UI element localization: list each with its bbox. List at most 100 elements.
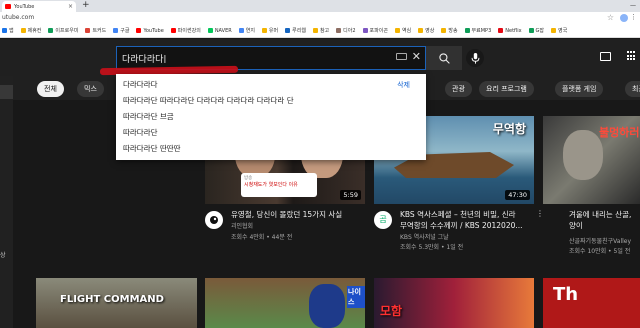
bookmark-item[interactable]: 트커드 — [85, 27, 106, 34]
address-bar[interactable]: utube.com ☆ ⋮ — [0, 12, 640, 24]
chip-tourism[interactable]: 관광 — [445, 81, 472, 97]
suggestion-item[interactable]: 따라다라단 브금 — [116, 109, 426, 125]
suggestion-item[interactable]: 따라다라단 딴딴딴 — [116, 141, 426, 157]
video-channel-3[interactable]: 산골짜기동물친구Valley — [569, 237, 640, 246]
suggestion-item[interactable]: 따라다라단 — [116, 125, 426, 141]
bookmark-favicon-icon — [261, 28, 267, 33]
bookmark-label: 파이썬강의 — [177, 28, 201, 34]
bookmark-item[interactable]: 디아2 — [336, 27, 356, 34]
video-channel-2[interactable]: KBS 역사저널 그날 — [400, 233, 449, 242]
bookmark-favicon-icon — [285, 28, 291, 33]
bookmark-item[interactable]: 연지 — [238, 27, 255, 34]
bookmark-item[interactable]: 무료MP3 — [464, 27, 492, 34]
video-thumbnail-3[interactable]: 불멍하러 — [543, 116, 640, 204]
bookmark-item[interactable]: Netflix — [498, 27, 522, 34]
search-input[interactable] — [117, 53, 377, 63]
video-title-2-line2[interactable]: 무역항의 수수께끼 / KBS 2012020... — [400, 220, 534, 231]
bookmark-item[interactable]: 파이썬강의 — [170, 27, 201, 34]
suggestion-text[interactable]: 따라다라단 딴딴딴 — [123, 144, 181, 153]
bookmark-label: 방송 — [448, 28, 458, 34]
bookmark-label: 포파이끈 — [369, 28, 388, 34]
window-minimize-button[interactable]: — — [630, 0, 636, 11]
bookmark-label: Netflix — [505, 27, 522, 34]
sidebar-item-label: 상 — [0, 252, 6, 259]
thumbnail-player — [309, 284, 345, 328]
bookmark-item[interactable]: 이프로우미 — [48, 27, 78, 34]
bookmark-label: 무료MP3 — [471, 28, 492, 34]
video-menu-icon[interactable]: ⋮ — [536, 209, 544, 218]
bookmark-favicon-icon — [498, 28, 504, 33]
bookmark-favicon-icon — [441, 28, 447, 33]
suggestion-item[interactable]: 다라다라다 삭제 — [116, 77, 426, 93]
bookmark-label: 영국 — [558, 28, 568, 34]
youtube-favicon-icon — [5, 4, 11, 9]
suggestion-text[interactable]: 따라다라단 — [123, 128, 158, 137]
apps-grid-icon[interactable] — [627, 51, 637, 61]
profile-avatar-icon[interactable] — [620, 14, 628, 22]
bookmark-favicon-icon — [85, 28, 91, 33]
bookmark-label: YouTube — [143, 27, 164, 34]
bookmark-item[interactable]: 영상 — [418, 27, 434, 34]
url-text[interactable]: utube.com — [2, 14, 34, 21]
bookmark-item[interactable]: 포파이끈 — [362, 27, 388, 34]
bookmark-star-icon[interactable]: ☆ — [607, 13, 614, 22]
video-thumbnail-4[interactable]: FLIGHT COMMAND — [36, 278, 197, 328]
chip-all[interactable]: 전체 — [37, 81, 64, 97]
bookmark-item[interactable]: 역심 — [394, 27, 412, 34]
bookmark-item[interactable]: NAVER — [207, 27, 232, 34]
video-thumbnail-6[interactable]: 모함 — [374, 278, 534, 328]
bookmark-item[interactable]: 유머 — [261, 27, 278, 34]
chip-platform-game[interactable]: 플랫폼 게임 — [555, 81, 604, 97]
video-thumbnail-5[interactable]: 나이스 — [205, 278, 365, 328]
suggestion-text[interactable]: 따라다라단 브금 — [123, 112, 174, 121]
bookmark-label: 역심 — [401, 28, 412, 34]
microphone-icon — [471, 52, 479, 64]
bookmark-favicon-icon — [170, 28, 176, 33]
channel-avatar-1[interactable] — [205, 211, 223, 229]
channel-avatar-2[interactable]: 곰 — [374, 211, 392, 229]
create-video-icon[interactable] — [600, 52, 611, 61]
bookmark-label: 트커드 — [92, 28, 107, 34]
chip-mix[interactable]: 믹스 — [77, 81, 104, 97]
eye-logo-icon — [210, 216, 218, 224]
bookmark-favicon-icon — [464, 28, 470, 33]
browser-menu-icon[interactable]: ⋮ — [630, 13, 637, 21]
voice-search-button[interactable] — [466, 49, 484, 67]
bookmark-item[interactable]: 영국 — [551, 27, 567, 34]
video-title-3-line2[interactable]: 양이 — [569, 220, 640, 231]
video-thumbnail-7[interactable]: Th — [543, 278, 640, 328]
bookmark-item[interactable]: 참고 — [312, 27, 329, 34]
bookmark-item[interactable]: G잡 — [528, 27, 544, 34]
bookmark-favicon-icon — [48, 28, 54, 33]
bookmark-favicon-icon — [207, 28, 213, 33]
chip-cooking[interactable]: 요리 프로그램 — [479, 81, 534, 97]
bookmark-item[interactable]: 방송 — [441, 27, 458, 34]
suggestion-text[interactable]: 다라다라다 — [123, 80, 158, 89]
video-channel-1[interactable]: 괴인협회 — [231, 222, 253, 231]
sidebar-item-home[interactable] — [0, 85, 13, 99]
bookmark-label: NAVER — [214, 27, 232, 34]
remove-suggestion-button[interactable]: 삭제 — [397, 77, 410, 93]
tab-youtube[interactable]: YouTube × — [2, 1, 76, 12]
new-tab-button[interactable]: + — [82, 0, 90, 11]
clear-search-icon[interactable]: ✕ — [412, 50, 421, 63]
bookmark-item[interactable]: 루리웹 — [285, 27, 306, 34]
bookmark-item[interactable]: 제휴컨 — [20, 27, 41, 34]
video-duration: 47:30 — [505, 190, 530, 200]
bookmark-item[interactable]: 구글 — [113, 27, 129, 34]
bookmark-label: 구글 — [120, 28, 130, 34]
suggestion-item[interactable]: 따라다라단 따라다라단 다라다라 다라다라 다라다라 단 — [116, 93, 426, 109]
bookmark-item[interactable]: 앱 — [2, 27, 14, 34]
tab-close-icon[interactable]: × — [68, 3, 73, 10]
video-title-1[interactable]: 유영철, 당신이 몰랐던 15가지 사실 — [231, 209, 371, 220]
video-title-3[interactable]: 겨울에 내리는 산골, — [569, 209, 640, 220]
bookmark-favicon-icon — [362, 28, 368, 33]
keyboard-icon[interactable] — [396, 53, 407, 60]
bookmark-label: 디아2 — [343, 28, 356, 34]
chip-recent[interactable]: 최근 — [625, 81, 640, 97]
search-button[interactable] — [426, 46, 462, 70]
video-title-2[interactable]: KBS 역사스페셜 – 천년의 비밀, 신라 — [400, 209, 534, 220]
bookmark-item[interactable]: YouTube — [136, 27, 164, 34]
bookmark-favicon-icon — [528, 28, 534, 33]
suggestion-text[interactable]: 따라다라단 따라다라단 다라다라 다라다라 다라다라 단 — [123, 96, 294, 105]
